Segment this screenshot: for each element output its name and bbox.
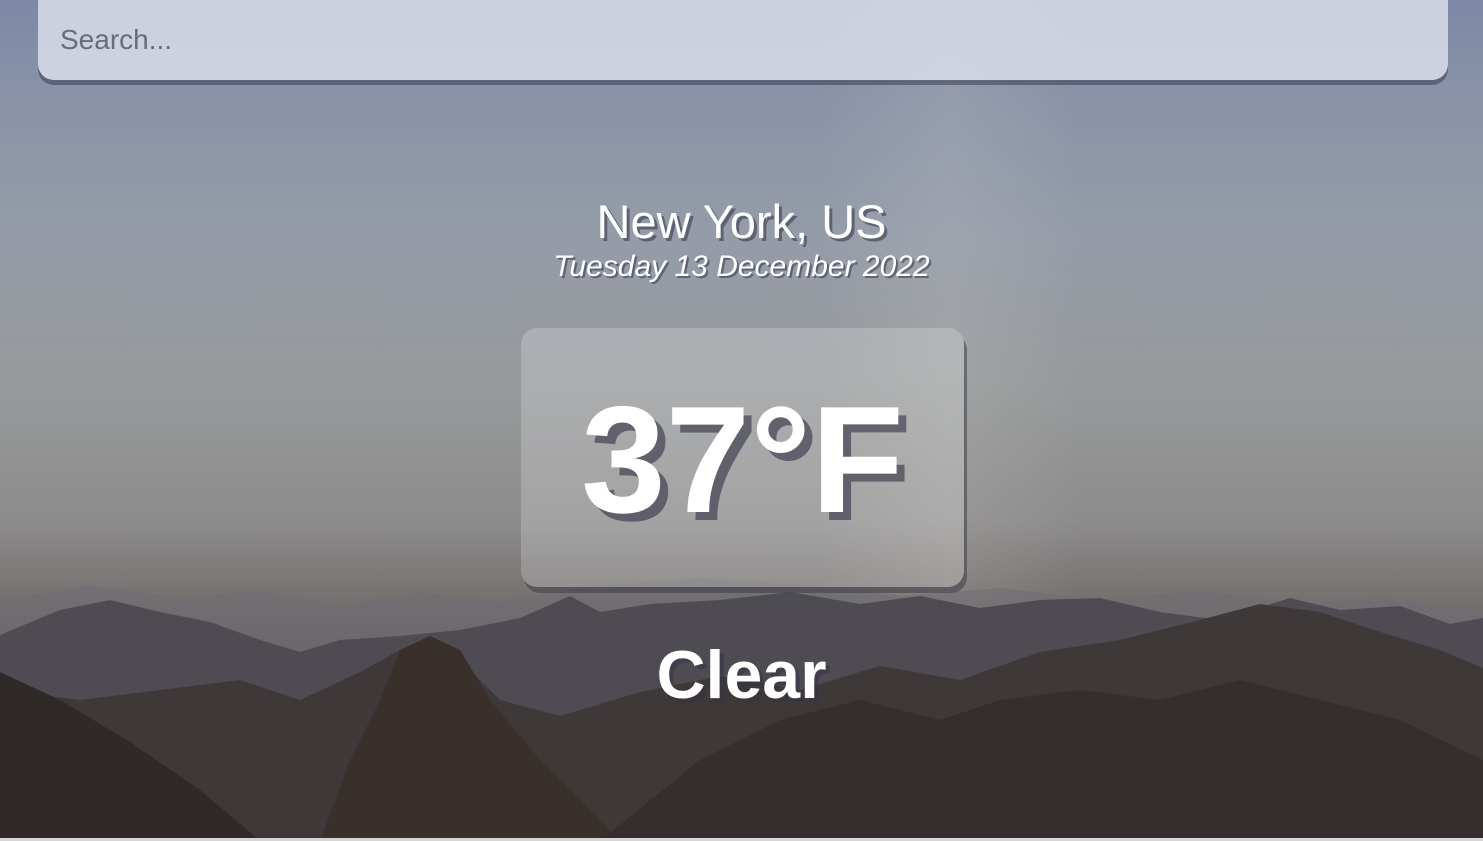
date-label: Tuesday 13 December 2022 xyxy=(553,250,930,283)
search-input[interactable] xyxy=(38,0,1448,80)
temperature-card: 37°F xyxy=(521,328,964,587)
weather-app: New York, US Tuesday 13 December 2022 37… xyxy=(0,0,1483,841)
temperature-value: 37°F xyxy=(581,374,904,545)
location-label: New York, US xyxy=(596,195,887,248)
search-bar[interactable] xyxy=(38,0,1448,80)
weather-condition: Clear xyxy=(656,637,827,713)
